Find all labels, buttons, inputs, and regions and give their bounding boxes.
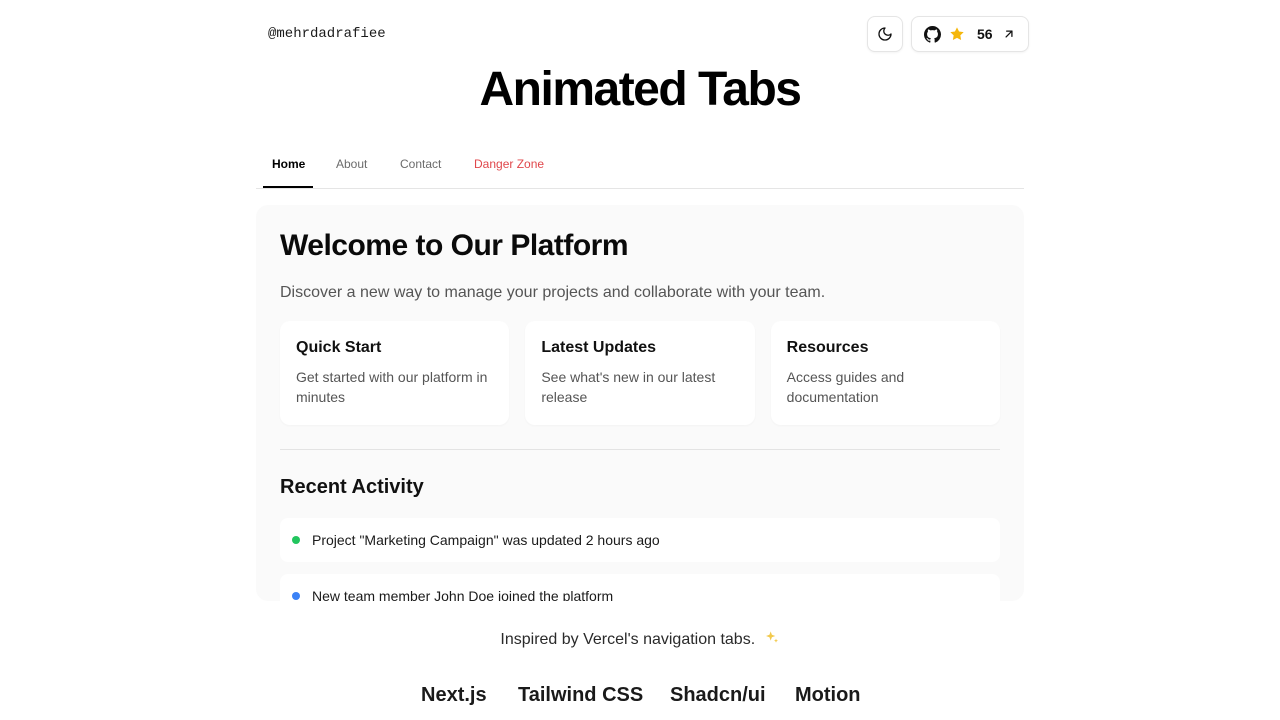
tech-link-nextjs[interactable]: Next.js [421, 684, 487, 707]
moon-icon [877, 26, 893, 42]
tab-about[interactable]: About [327, 142, 376, 188]
active-tab-indicator [263, 186, 313, 188]
card-title: Resources [786, 339, 869, 356]
card-title: Quick Start [296, 339, 382, 356]
page-title: Animated Tabs [479, 63, 803, 116]
theme-toggle-button[interactable] [867, 16, 903, 52]
tech-link-tailwind[interactable]: Tailwind CSS [518, 684, 643, 707]
recent-activity-heading: Recent Activity [280, 476, 424, 498]
activity-item: New team member John Doe joined the plat… [280, 574, 1000, 601]
status-dot-blue [292, 592, 300, 600]
sparkles-icon [764, 630, 780, 651]
tab-bar: Home About Contact Danger Zone [256, 142, 1024, 189]
activity-item: Project "Marketing Campaign" was updated… [280, 518, 1000, 562]
tab-content-panel: Welcome to Our Platform Discover a new w… [256, 205, 1024, 601]
status-dot-green [292, 536, 300, 544]
star-icon [949, 26, 965, 42]
arrow-up-right-icon [1002, 27, 1016, 41]
tech-link-shadcn[interactable]: Shadcn/ui [670, 684, 766, 707]
tab-danger-zone[interactable]: Danger Zone [465, 142, 553, 188]
activity-text: Project "Marketing Campaign" was updated… [312, 532, 660, 548]
footer-note-text: Inspired by Vercel's navigation tabs. [500, 631, 756, 648]
card-quick-start[interactable]: Quick Start Get started with our platfor… [280, 321, 510, 425]
activity-text: New team member John Doe joined the plat… [312, 588, 614, 601]
github-icon [924, 25, 941, 43]
card-latest-updates[interactable]: Latest Updates See what's new in our lat… [525, 321, 755, 425]
card-title: Latest Updates [541, 339, 657, 356]
footer-note: Inspired by Vercel's navigation tabs. [0, 630, 1280, 651]
feature-cards: Quick Start Get started with our platfor… [280, 321, 1000, 425]
author-handle-link[interactable]: @mehrdadrafiee [268, 26, 386, 42]
tab-home[interactable]: Home [263, 142, 314, 188]
star-count: 56 [977, 26, 993, 42]
github-stars-button[interactable]: 56 [911, 16, 1029, 52]
card-text: Access guides and documentation [786, 369, 905, 405]
tab-contact[interactable]: Contact [391, 142, 450, 188]
divider [280, 449, 1000, 450]
panel-heading: Welcome to Our Platform [280, 229, 629, 262]
panel-subtitle: Discover a new way to manage your projec… [280, 284, 826, 301]
card-resources[interactable]: Resources Access guides and documentatio… [770, 321, 1000, 425]
page: @mehrdadrafiee 56 Animated Tabs Home Abo… [0, 0, 1280, 720]
card-text: Get started with our platform in minutes [296, 369, 488, 405]
tech-link-motion[interactable]: Motion [795, 684, 861, 707]
card-text: See what's new in our latest release [541, 369, 716, 405]
